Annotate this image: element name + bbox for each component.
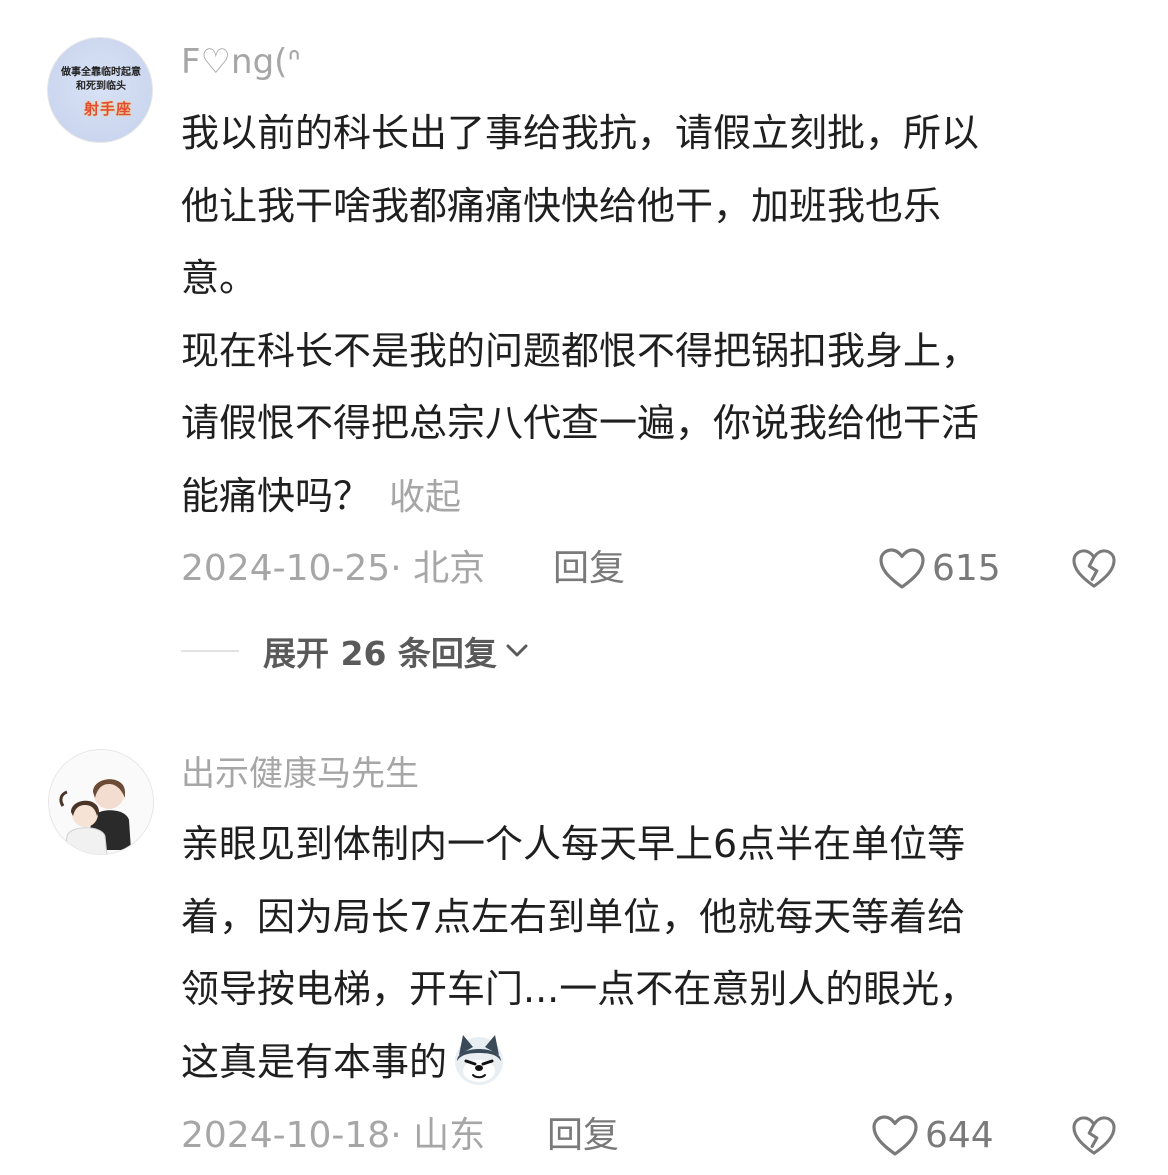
comment-line: 能痛快吗？: [181, 473, 372, 518]
avatar[interactable]: 做事全靠临时起意 和死到临头 射手座: [47, 37, 153, 143]
comment-line: 意。: [181, 256, 258, 300]
comment-date-location: 2024-10-18· 山东: [181, 1115, 486, 1156]
divider: [181, 650, 239, 652]
avatar-badge: 射手座: [84, 100, 133, 118]
username[interactable]: F♡ng(ᐢ: [181, 42, 301, 82]
comment-line: 他让我干啥我都痛痛快快给他干，加班我也乐: [181, 183, 942, 228]
comment-line: 着，因为局长7点左右到单位，他就每天等着给: [181, 894, 966, 939]
dislike-button[interactable]: [1071, 548, 1117, 602]
avatar[interactable]: [48, 749, 154, 855]
comment-line: 我以前的科长出了事给我抗，请假立刻批，所以: [181, 111, 980, 155]
broken-heart-icon: [1072, 1116, 1116, 1155]
dislike-button[interactable]: [1071, 1115, 1117, 1169]
broken-heart-icon: [1072, 549, 1116, 588]
like-button[interactable]: 615: [878, 546, 1001, 592]
comment-line: 亲眼见到体制内一个人每天早上6点半在单位等: [181, 822, 966, 866]
like-count: 644: [925, 1115, 994, 1156]
comment-date-location: 2024-10-25· 北京: [181, 548, 486, 589]
chevron-down-icon: [506, 644, 528, 657]
expand-replies-button[interactable]: 展开 26 条回复: [181, 628, 529, 674]
like-button[interactable]: 644: [871, 1113, 994, 1159]
collapse-link[interactable]: 收起: [389, 477, 461, 518]
avatar-text-line-2: 和死到临头: [76, 81, 126, 92]
expand-replies-label: 展开 26 条回复: [263, 634, 497, 673]
comment-line: 请假恨不得把总宗八代查一遍，你说我给他干活: [181, 401, 980, 445]
comment-text: 亲眼见到体制内一个人每天早上6点半在单位等 着，因为局长7点左右到单位，他就每天…: [181, 808, 1121, 1098]
comment-line: 这真是有本事的: [181, 1039, 448, 1084]
username[interactable]: 出示健康马先生: [181, 754, 419, 794]
comment-meta: 2024-10-18· 山东 回复 644: [181, 1113, 1121, 1159]
like-count: 615: [932, 548, 1001, 589]
couple-illustration-icon: [49, 750, 153, 854]
comment-text: 我以前的科长出了事给我抗，请假立刻批，所以 他让我干啥我都痛痛快快给他干，加班我…: [181, 97, 1121, 534]
reply-button[interactable]: 回复: [547, 1113, 619, 1159]
comment-meta: 2024-10-25· 北京 回复 615: [181, 546, 1121, 592]
wolf-emoji-icon: [455, 1035, 504, 1085]
comment-line: 现在科长不是我的问题都恨不得把锅扣我身上，: [181, 328, 980, 373]
heart-icon: [872, 1115, 918, 1156]
comment-line: 领导按电梯，开车门...一点不在意别人的眼光，: [181, 967, 978, 1011]
heart-icon: [879, 548, 925, 589]
avatar-text-line-1: 做事全靠临时起意: [61, 67, 141, 78]
reply-button[interactable]: 回复: [553, 546, 625, 592]
